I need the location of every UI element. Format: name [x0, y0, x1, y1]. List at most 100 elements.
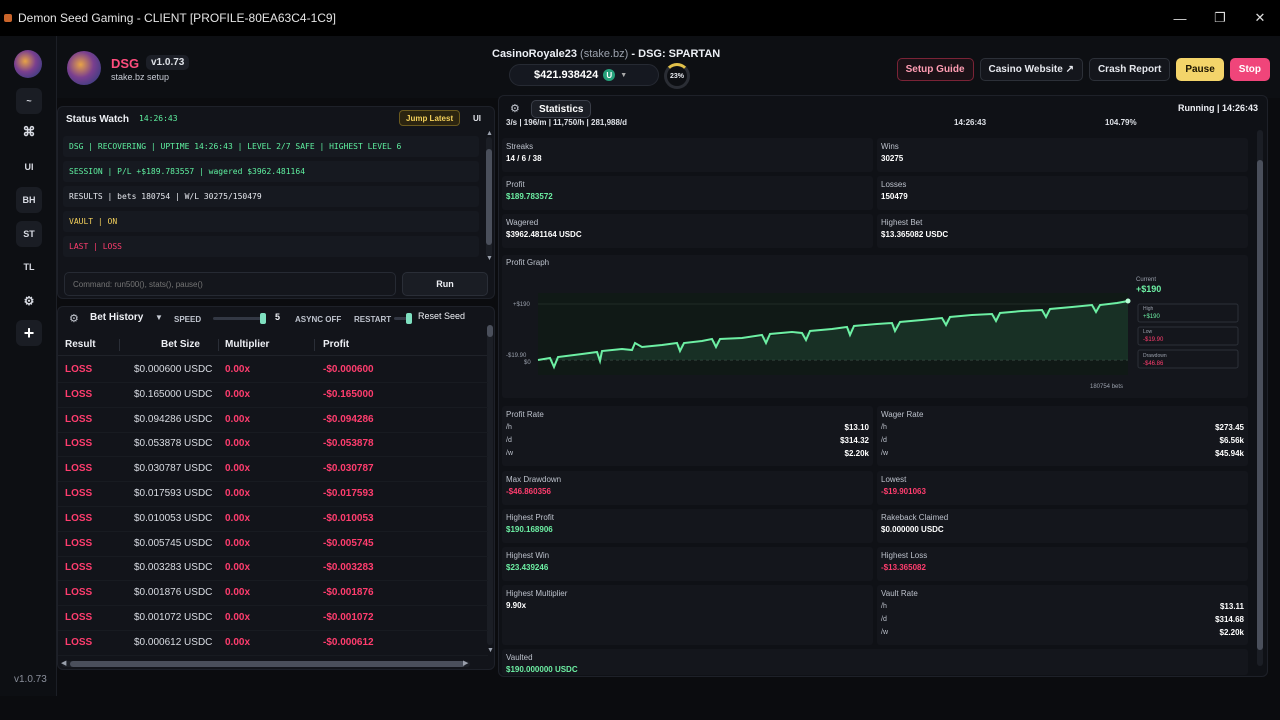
multiplier-cell: 0.00x [225, 562, 251, 574]
rail-st-button[interactable]: ST [16, 221, 42, 247]
result-cell: LOSS [65, 537, 93, 549]
stats-scroll-thumb[interactable] [1257, 160, 1263, 650]
chevron-down-icon[interactable]: ▼ [155, 313, 163, 322]
stat-label: Wager Rate [881, 410, 924, 419]
async-toggle[interactable]: ASYNC OFF [295, 315, 341, 324]
status-line: VAULT | ON [63, 211, 479, 232]
reset-seed-button[interactable]: Reset Seed [418, 311, 465, 321]
multiplier-cell: 0.00x [225, 364, 251, 375]
status-scrollbar[interactable] [486, 137, 492, 257]
minimize-button[interactable]: — [1160, 0, 1200, 36]
stat-card: Rakeback Claimed $0.000000 USDC [877, 509, 1248, 543]
rail-tl-button[interactable]: TL [16, 254, 42, 280]
rate-period: /w [881, 450, 888, 457]
ui-button[interactable]: UI [468, 110, 486, 126]
rate-value: $314.68 [1215, 615, 1244, 624]
scroll-right-icon[interactable]: ▶ [463, 659, 468, 667]
status-line: LAST | LOSS [63, 236, 479, 257]
table-row[interactable]: LOSS $0.010053 USDC 0.00x -$0.010053 [58, 507, 488, 532]
scroll-left-icon[interactable]: ◀ [61, 659, 66, 667]
close-button[interactable]: ✕ [1240, 0, 1280, 36]
rail-bh-button[interactable]: BH [16, 187, 42, 213]
restart-toggle-knob[interactable] [406, 313, 412, 324]
stat-card: Highest Bet $13.365082 USDC [877, 214, 1248, 248]
table-row[interactable]: LOSS $0.017593 USDC 0.00x -$0.017593 [58, 482, 488, 507]
stat-card: Profit $189.783572 [502, 176, 873, 210]
table-row[interactable]: LOSS $0.005745 USDC 0.00x -$0.005745 [58, 532, 488, 557]
command-input[interactable] [64, 272, 396, 296]
restart-toggle[interactable] [394, 313, 412, 324]
multiplier-cell: 0.00x [225, 438, 251, 450]
scroll-down-icon[interactable]: ▼ [486, 255, 493, 262]
profit-cell: -$0.000600 [323, 364, 374, 375]
rail-settings-button[interactable]: ⚙ [16, 288, 42, 314]
stat-label: Highest Profit [506, 513, 555, 522]
maximize-button[interactable]: ❐ [1200, 0, 1240, 36]
setup-guide-button[interactable]: Setup Guide [896, 58, 974, 81]
multiplier-cell: 0.00x [225, 537, 251, 549]
account-label: CasinoRoyale23 (stake.bz) - DSG: SPARTAN [492, 48, 720, 60]
result-cell: LOSS [65, 438, 93, 450]
scroll-down-icon[interactable]: ▼ [487, 647, 494, 654]
horizontal-scroll-thumb[interactable] [70, 661, 465, 667]
result-cell: LOSS [65, 562, 93, 574]
gear-icon[interactable]: ⚙ [510, 102, 520, 115]
result-cell: LOSS [65, 388, 93, 400]
stat-label: Highest Bet [881, 218, 923, 227]
high-value: +$190 [1143, 314, 1161, 320]
stat-label: Max Drawdown [506, 475, 562, 484]
casino-website-button[interactable]: Casino Website ↗ [979, 58, 1083, 81]
panel-selector[interactable]: Bet History [90, 312, 143, 323]
table-row[interactable]: LOSS $0.053878 USDC 0.00x -$0.053878 [58, 432, 488, 458]
run-button[interactable]: Run [402, 272, 488, 296]
jump-latest-button[interactable]: Jump Latest [399, 110, 461, 126]
balance-pill[interactable]: $421.938424 U ▼ [509, 64, 659, 86]
multiplier-cell: 0.00x [225, 388, 251, 400]
stat-value: $189.783572 [506, 192, 553, 201]
profit-rate-card: Profit Rate/h $13.10/d $314.32/w $2.20k [502, 406, 873, 466]
statistics-tab[interactable]: Statistics [531, 100, 592, 118]
result-cell: LOSS [65, 612, 93, 623]
rail-ui-button[interactable]: UI [16, 154, 42, 180]
table-row[interactable]: LOSS $0.001072 USDC 0.00x -$0.001072 [58, 606, 488, 631]
stat-value: -$13.365082 [881, 563, 926, 572]
stats-scrollbar[interactable] [1257, 130, 1263, 666]
scroll-up-icon[interactable]: ▲ [486, 130, 493, 137]
table-row[interactable]: LOSS $0.000612 USDC 0.00x -$0.000612 [58, 631, 488, 656]
running-status: Running | 14:26:43 [1177, 103, 1258, 113]
stat-label: Wagered [506, 218, 539, 227]
account-site: (stake.bz) [580, 48, 629, 60]
table-row[interactable]: LOSS $0.001876 USDC 0.00x -$0.001876 [58, 581, 488, 607]
result-cell: LOSS [65, 463, 93, 475]
horizontal-scrollbar[interactable] [62, 661, 470, 667]
bet-size-cell: $0.001072 USDC [134, 612, 213, 623]
rail-console-button[interactable]: ~ [16, 88, 42, 114]
speed-slider-knob[interactable] [260, 313, 266, 324]
stat-card: Losses 150479 [877, 176, 1248, 210]
rail-add-button[interactable]: + [16, 320, 42, 346]
table-row[interactable]: LOSS $0.030787 USDC 0.00x -$0.030787 [58, 457, 488, 483]
stat-label: Highest Multiplier [506, 589, 568, 598]
version-badge: v1.0.73 [146, 55, 190, 70]
table-row[interactable]: LOSS $0.003283 USDC 0.00x -$0.003283 [58, 556, 488, 582]
rate-strip: 3/s | 196/m | 11,750/h | 281,988/d [506, 118, 628, 127]
stop-button[interactable]: Stop [1229, 58, 1270, 81]
stat-value: 30275 [881, 154, 904, 163]
table-row[interactable]: LOSS $0.094286 USDC 0.00x -$0.094286 [58, 408, 488, 433]
crash-report-button[interactable]: Crash Report [1088, 58, 1171, 81]
usdc-coin-icon: U [603, 69, 616, 81]
stat-card: Lowest -$19.901063 [877, 471, 1248, 505]
table-row[interactable]: LOSS $0.000600 USDC 0.00x -$0.000600 [58, 358, 488, 383]
stat-label: Streaks [506, 142, 534, 151]
rail-command-button[interactable]: ⌘ [16, 119, 42, 145]
gear-icon[interactable]: ⚙ [69, 312, 79, 325]
bet-history-scroll-thumb[interactable] [487, 325, 493, 337]
pause-button[interactable]: Pause [1176, 58, 1224, 81]
status-scroll-thumb[interactable] [486, 149, 492, 245]
profit-cell: -$0.053878 [323, 438, 374, 450]
status-watch-panel: Status Watch 14:26:43 Jump Latest UI ▲ ▼… [57, 106, 495, 299]
speed-slider[interactable] [213, 313, 266, 324]
table-row[interactable]: LOSS $0.165000 USDC 0.00x -$0.165000 [58, 383, 488, 408]
account-name: CasinoRoyale23 [492, 48, 577, 60]
col-profit: Profit [323, 339, 350, 350]
